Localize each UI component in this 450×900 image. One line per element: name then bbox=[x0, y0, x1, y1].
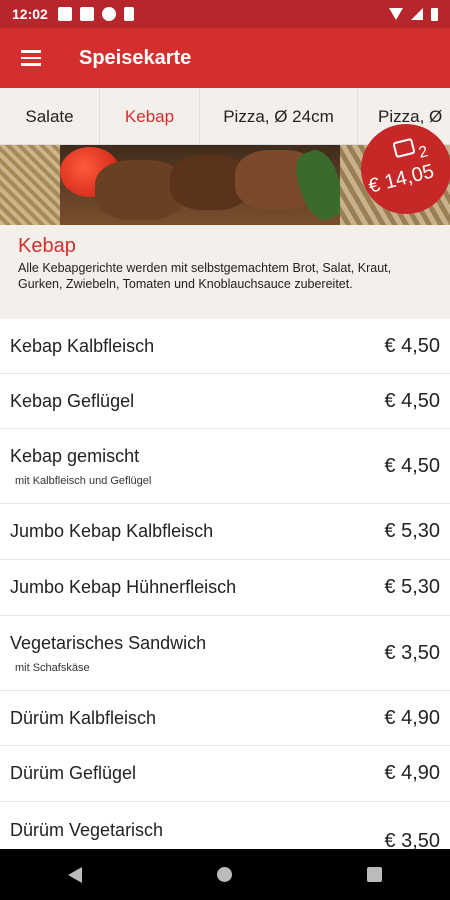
item-name: Dürüm Kalbfleisch bbox=[10, 707, 157, 728]
shopping-bag-icon bbox=[392, 137, 416, 159]
item-price: € 4,50 bbox=[384, 389, 440, 412]
menu-item[interactable]: Jumbo Kebap Kalbfleisch € 5,30 bbox=[0, 504, 450, 560]
item-price: € 3,50 bbox=[384, 641, 440, 664]
cart-total: € 14,05 bbox=[366, 160, 437, 198]
item-name: Jumbo Kebap Kalbfleisch bbox=[10, 521, 214, 541]
item-name: Dürüm Geflügel bbox=[10, 763, 137, 783]
menu-item[interactable]: Dürüm Geflügel € 4,90 bbox=[0, 746, 450, 802]
item-name: Jumbo Kebap Hühnerfleisch bbox=[10, 577, 237, 597]
item-name: Dürüm Vegetarisch bbox=[10, 820, 164, 840]
recent-apps-icon[interactable] bbox=[367, 867, 383, 882]
item-name: Kebap Kalbfleisch bbox=[10, 335, 155, 356]
tab-pizza-24cm[interactable]: Pizza, Ø 24cm bbox=[200, 88, 358, 144]
menu-icon[interactable] bbox=[0, 28, 64, 88]
item-price: € 4,50 bbox=[384, 454, 440, 477]
menu-item[interactable]: Dürüm Kalbfleisch € 4,90 bbox=[0, 691, 450, 746]
menu-item[interactable]: Jumbo Kebap Hühnerfleisch € 5,30 bbox=[0, 560, 450, 616]
item-name: Vegetarisches Sandwich bbox=[10, 632, 207, 653]
status-time: 12:02 bbox=[12, 6, 48, 22]
app-bar: Speisekarte bbox=[0, 28, 450, 88]
tab-salate[interactable]: Salate bbox=[0, 88, 100, 144]
item-price: € 4,90 bbox=[384, 706, 440, 729]
app-title: Speisekarte bbox=[79, 46, 192, 69]
item-name: Kebap gemischt bbox=[10, 445, 140, 466]
item-subtitle: mit Kalbfleisch und Geflügel bbox=[15, 474, 152, 487]
category-title: Kebap bbox=[18, 235, 76, 257]
cart-badge[interactable]: 2 € 14,05 bbox=[361, 124, 450, 214]
category-description: Alle Kebapgerichte werden mit selbstgema… bbox=[18, 261, 392, 291]
menu-list: Kebap Kalbfleisch € 4,50 Kebap Geflügel … bbox=[0, 319, 450, 849]
wifi-icon bbox=[389, 8, 403, 20]
notification-icon bbox=[79, 7, 94, 21]
menu-item[interactable]: Kebap gemischt mit Kalbfleisch und Geflü… bbox=[0, 429, 450, 504]
menu-item[interactable]: Kebap Geflügel € 4,50 bbox=[0, 374, 450, 429]
sd-card-icon bbox=[123, 7, 134, 21]
system-nav-bar bbox=[0, 849, 450, 900]
notification-icons bbox=[57, 7, 134, 21]
system-icons bbox=[389, 7, 438, 21]
item-price: € 4,50 bbox=[384, 334, 440, 357]
menu-item[interactable]: Vegetarisches Sandwich mit Schafskäse € … bbox=[0, 616, 450, 691]
status-bar: 12:02 bbox=[0, 0, 450, 28]
notification-icon bbox=[101, 7, 116, 21]
category-header: Kebap Alle Kebapgerichte werden mit selb… bbox=[0, 225, 450, 319]
signal-icon bbox=[411, 8, 423, 20]
item-price: € 5,30 bbox=[384, 520, 440, 542]
item-subtitle: mit Schafskäse bbox=[15, 661, 90, 674]
tab-kebap[interactable]: Kebap bbox=[100, 88, 200, 144]
menu-item[interactable]: Dürüm Vegetarisch € 3,50 bbox=[0, 802, 450, 849]
notification-icon bbox=[57, 7, 72, 21]
home-icon[interactable] bbox=[216, 867, 232, 882]
battery-icon bbox=[431, 7, 438, 21]
item-price: € 4,90 bbox=[384, 762, 440, 784]
back-icon[interactable] bbox=[67, 866, 82, 883]
menu-item[interactable]: Kebap Kalbfleisch € 4,50 bbox=[0, 319, 450, 374]
item-price: € 5,30 bbox=[384, 576, 440, 598]
item-price: € 3,50 bbox=[384, 830, 440, 849]
item-name: Kebap Geflügel bbox=[10, 390, 135, 411]
